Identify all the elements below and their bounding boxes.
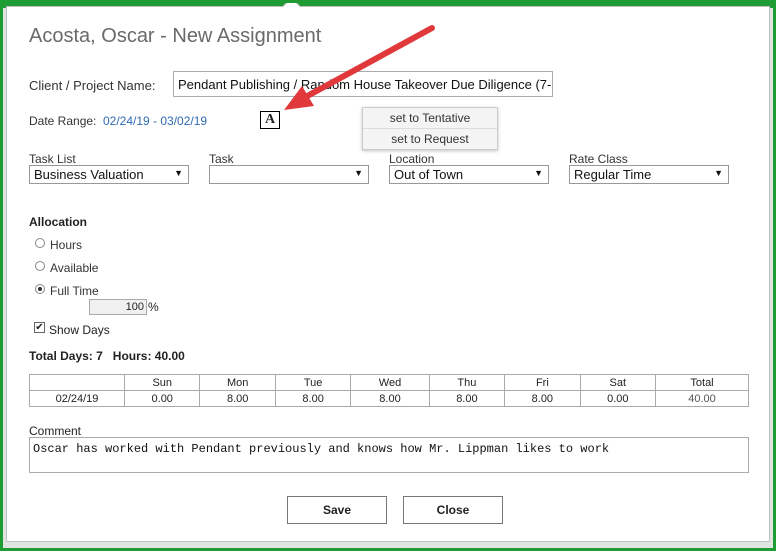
window-frame — [0, 0, 776, 551]
